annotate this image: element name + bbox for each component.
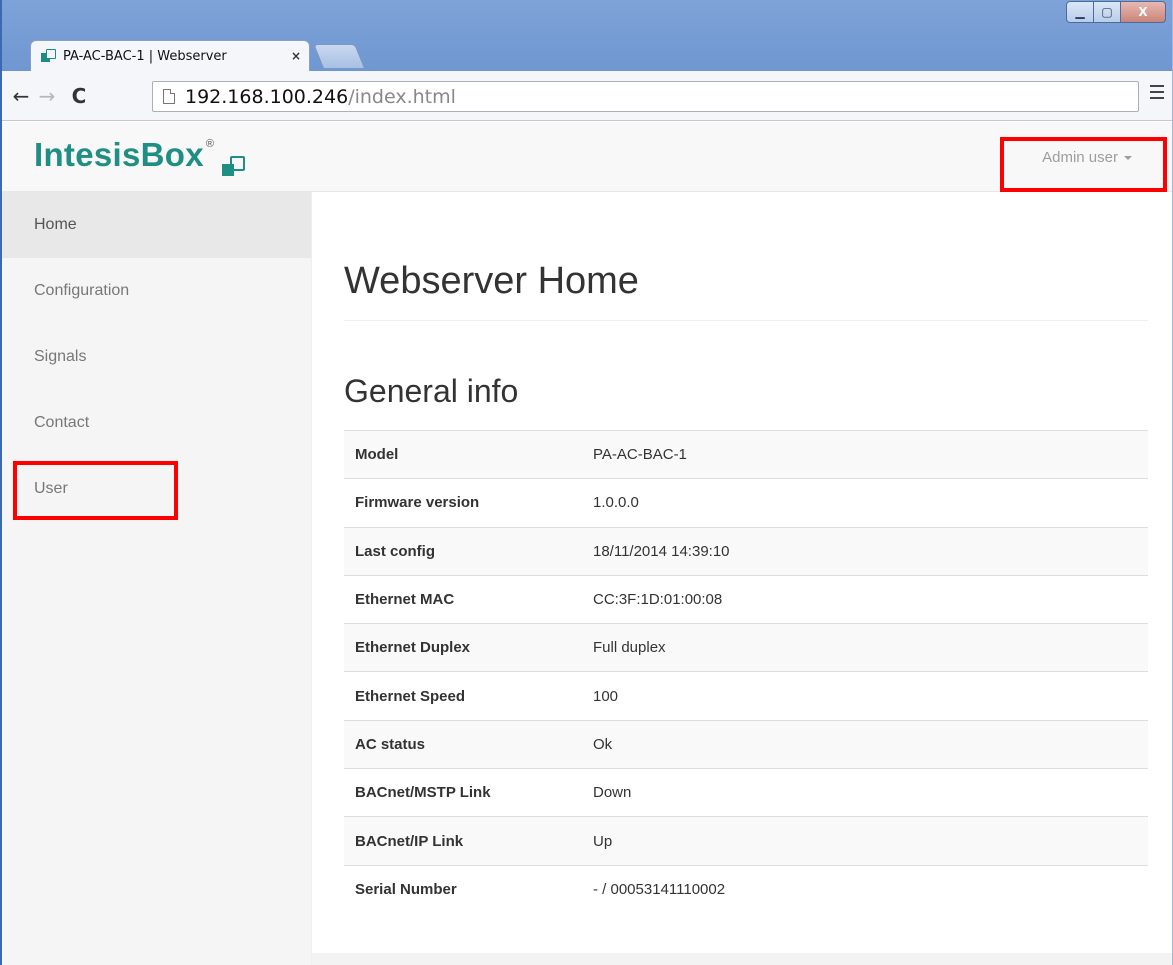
row-value: - / 00053141110002	[593, 881, 726, 899]
row-label: Model	[355, 446, 399, 464]
table-row: BACnet/MSTP Link Down	[344, 768, 1148, 817]
back-arrow-icon[interactable]: ←	[8, 84, 34, 108]
row-value: 100	[593, 687, 619, 705]
sidebar-item-label: Home	[34, 216, 77, 233]
new-tab-button[interactable]	[313, 44, 365, 68]
table-row: Ethernet Duplex Full duplex	[344, 623, 1148, 672]
table-row: Ethernet MAC CC:3F:1D:01:00:08	[344, 575, 1148, 623]
highlight-box-admin	[1000, 137, 1167, 192]
row-value: Down	[593, 784, 632, 802]
table-row: Firmware version 1.0.0.0	[344, 478, 1148, 527]
url-host: 192.168.100.246	[185, 85, 349, 108]
row-value: Ok	[593, 735, 613, 753]
row-value: CC:3F:1D:01:00:08	[593, 591, 723, 609]
table-row: Ethernet Speed 100	[344, 671, 1148, 720]
table-row: AC status Ok	[344, 720, 1148, 769]
address-bar[interactable]: 192.168.100.246/index.html	[152, 81, 1139, 112]
sidebar-item-configuration[interactable]: Configuration	[2, 258, 311, 324]
sidebar-item-label: Configuration	[34, 282, 130, 299]
sidebar-item-label: Contact	[34, 414, 90, 431]
row-label: AC status	[355, 735, 426, 753]
title-divider	[344, 320, 1148, 321]
table-row: Model PA-AC-BAC-1	[344, 430, 1148, 479]
page-header: IntesisBox ® Admin user	[2, 122, 1172, 192]
highlight-box-user	[13, 461, 178, 520]
browser-toolbar: ← → C 192.168.100.246/index.html	[2, 71, 1172, 121]
url-path: /index.html	[348, 85, 456, 108]
tab-close-icon[interactable]: ×	[291, 49, 301, 63]
close-icon[interactable]: X	[1121, 1, 1166, 23]
row-value: Up	[593, 832, 613, 850]
table-row: BACnet/IP Link Up	[344, 816, 1148, 866]
row-value: PA-AC-BAC-1	[593, 446, 687, 464]
sidebar-item-home[interactable]: Home	[2, 192, 311, 258]
general-info-table: Model PA-AC-BAC-1 Firmware version 1.0.0.0…	[344, 430, 1148, 913]
title-bar: ▁ ▢ X PA-AC-BAC-1 | Webserver ×	[2, 0, 1172, 74]
section-title: General info	[344, 373, 519, 409]
brand-logo[interactable]: IntesisBox ®	[34, 136, 248, 180]
row-value: 18/11/2014 14:39:10	[593, 542, 730, 560]
row-label: Serial Number	[355, 881, 457, 899]
forward-arrow-icon[interactable]: →	[34, 84, 60, 108]
row-label: BACnet/IP Link	[355, 832, 464, 850]
row-label: BACnet/MSTP Link	[355, 784, 491, 802]
row-value: 1.0.0.0	[593, 494, 639, 512]
row-label: Last config	[355, 542, 436, 560]
sidebar-item-label: Signals	[34, 348, 87, 365]
page-title: Webserver Home	[344, 260, 639, 302]
brand-name: IntesisBox	[34, 136, 204, 173]
sidebar: Home Configuration Signals Contact User	[2, 192, 312, 965]
row-label: Ethernet MAC	[355, 591, 455, 609]
window-controls: ▁ ▢ X	[1066, 1, 1166, 25]
minimize-icon[interactable]: ▁	[1066, 1, 1094, 23]
url-text: 192.168.100.246/index.html	[185, 86, 456, 108]
sidebar-item-contact[interactable]: Contact	[2, 390, 311, 456]
row-label: Ethernet Speed	[355, 687, 466, 705]
row-value: Full duplex	[593, 639, 666, 657]
row-label: Firmware version	[355, 494, 480, 512]
reload-icon[interactable]: C	[66, 84, 92, 108]
registered-mark: ®	[205, 138, 214, 150]
tab-title: PA-AC-BAC-1 | Webserver	[63, 48, 227, 64]
sidebar-item-signals[interactable]: Signals	[2, 324, 311, 390]
browser-menu-icon[interactable]	[1150, 85, 1164, 103]
favicon-icon	[41, 48, 57, 64]
table-row: Last config 18/11/2014 14:39:10	[344, 527, 1148, 576]
maximize-icon[interactable]: ▢	[1094, 1, 1121, 23]
browser-tab[interactable]: PA-AC-BAC-1 | Webserver ×	[30, 40, 310, 71]
table-row: Serial Number - / 00053141110002	[344, 865, 1148, 913]
brand-logo-icon	[222, 154, 248, 180]
row-label: Ethernet Duplex	[355, 639, 471, 657]
page-icon	[163, 89, 175, 104]
footer-strip	[312, 953, 1172, 965]
